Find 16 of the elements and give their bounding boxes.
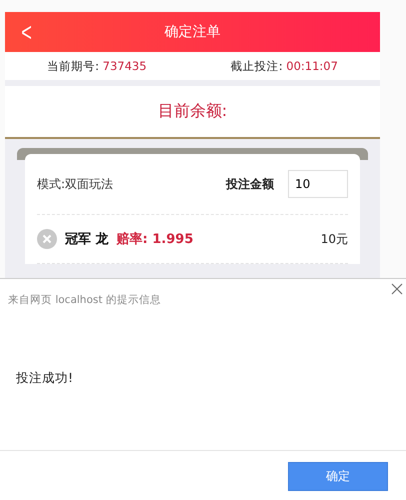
odds-label: 赔率: 1.995	[116, 230, 194, 248]
balance-label: 目前余额:	[158, 101, 228, 122]
dialog-title: 来自网页 localhost 的提示信息	[8, 293, 161, 307]
deadline-label: 截止投注: 00:11:07	[230, 58, 338, 74]
back-button[interactable]: <	[18, 18, 35, 46]
bet-amount: 10元	[320, 230, 348, 248]
dialog-message: 投注成功!	[16, 370, 74, 387]
amount-label: 投注金额	[226, 176, 274, 192]
close-button[interactable]	[389, 281, 405, 297]
ok-button[interactable]: 确定	[288, 462, 388, 490]
close-icon	[391, 283, 403, 295]
issue-label: 当前期号: 737435	[47, 58, 147, 74]
page-title: 确定注单	[164, 23, 220, 41]
bet-name: 冠军 龙	[65, 231, 109, 248]
amount-field[interactable]: 10	[288, 170, 348, 198]
mode-label: 模式:双面玩法	[37, 176, 114, 192]
